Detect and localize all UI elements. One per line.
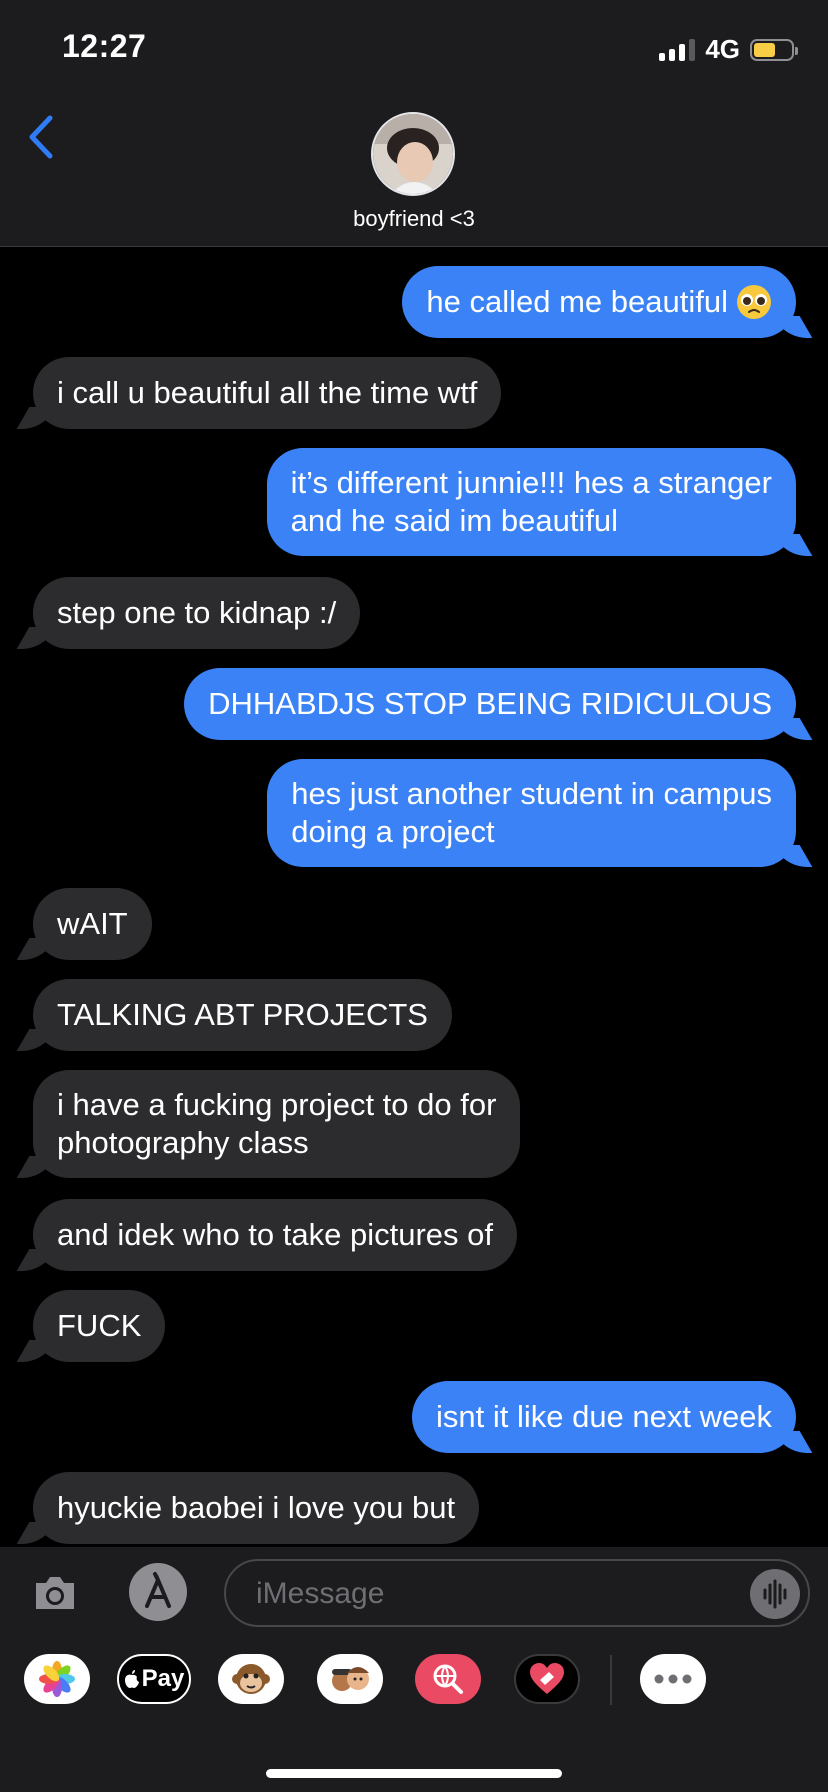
message-text: it’s different junnie!!! hes a stranger … xyxy=(290,465,772,538)
contact-name[interactable]: boyfriend <3 xyxy=(0,206,828,232)
cellular-signal-icon xyxy=(659,38,696,61)
image-search-icon[interactable] xyxy=(415,1654,481,1704)
compose-bar: iMessage xyxy=(0,1547,828,1635)
message-bubble-received[interactable]: FUCK xyxy=(33,1290,166,1362)
heart-icon xyxy=(530,1663,564,1694)
chevron-left-icon[interactable] xyxy=(24,112,58,162)
drawer-divider xyxy=(610,1655,612,1705)
photos-flower-icon xyxy=(39,1661,75,1697)
message-text: i call u beautiful all the time wtf xyxy=(57,375,478,410)
message-bubble-received[interactable]: i call u beautiful all the time wtf xyxy=(33,357,502,429)
message-input[interactable]: iMessage xyxy=(224,1559,810,1627)
message-thread[interactable]: he called me beautiful i call u beautifu… xyxy=(0,247,828,1547)
status-indicators: 4G xyxy=(659,34,798,65)
network-type: 4G xyxy=(705,34,740,64)
message-bubble-sent[interactable]: he called me beautiful xyxy=(402,266,796,338)
message-bubble-received[interactable]: i have a fucking project to do for photo… xyxy=(33,1070,521,1178)
camera-icon[interactable] xyxy=(30,1567,80,1617)
message-text: hes just another student in campus doing… xyxy=(291,776,772,849)
animoji-monkey-icon[interactable] xyxy=(218,1654,284,1704)
message-bubble-sent[interactable]: isnt it like due next week xyxy=(411,1381,796,1453)
message-bubble-sent[interactable]: it’s different junnie!!! hes a stranger … xyxy=(266,448,796,556)
conversation-header: 12:27 4G boyfriend <3 xyxy=(0,0,828,247)
globe-search-icon xyxy=(433,1664,463,1694)
message-bubble-received[interactable]: hyuckie baobei i love you but xyxy=(33,1472,480,1544)
message-bubble-received[interactable]: and idek who to take pictures of xyxy=(33,1199,517,1271)
audio-message-icon[interactable] xyxy=(750,1569,800,1619)
apple-pay-icon[interactable]: Pay xyxy=(117,1654,191,1704)
more-icon[interactable] xyxy=(640,1654,706,1704)
message-text: FUCK xyxy=(57,1308,142,1343)
message-placeholder: iMessage xyxy=(256,1577,385,1610)
message-text: isnt it like due next week xyxy=(435,1399,772,1434)
message-bubble-received[interactable]: wAIT xyxy=(33,888,152,960)
digital-touch-icon[interactable] xyxy=(514,1654,580,1704)
message-text: i have a fucking project to do for photo… xyxy=(57,1087,497,1160)
message-text: he called me beautiful xyxy=(426,284,728,319)
message-text: wAIT xyxy=(57,906,128,941)
message-bubble-received[interactable]: step one to kidnap :/ xyxy=(33,577,361,649)
memoji-faces-icon xyxy=(332,1667,369,1691)
home-indicator[interactable] xyxy=(266,1769,562,1778)
pleading-face-icon xyxy=(737,285,771,319)
message-bubble-sent[interactable]: hes just another student in campus doing… xyxy=(267,759,796,867)
monkey-face-icon xyxy=(232,1664,270,1694)
avatar-photo xyxy=(373,114,453,194)
message-text: DHHABDJS STOP BEING RIDICULOUS xyxy=(208,686,772,721)
message-bubble-received[interactable]: TALKING ABT PROJECTS xyxy=(33,979,452,1051)
apple-logo-icon xyxy=(124,1670,139,1688)
memoji-icon[interactable] xyxy=(317,1654,383,1704)
contact-avatar[interactable] xyxy=(371,112,455,196)
message-text: and idek who to take pictures of xyxy=(57,1217,493,1252)
message-text: step one to kidnap :/ xyxy=(57,595,337,630)
message-text: hyuckie baobei i love you but xyxy=(57,1490,456,1525)
app-store-icon[interactable] xyxy=(125,1562,191,1622)
message-text: TALKING ABT PROJECTS xyxy=(57,997,428,1032)
ellipsis-icon xyxy=(654,1674,692,1684)
apple-pay-label: Pay xyxy=(141,1665,185,1692)
message-bubble-sent[interactable]: DHHABDJS STOP BEING RIDICULOUS xyxy=(184,668,796,740)
photos-icon[interactable] xyxy=(24,1654,90,1704)
waveform-icon xyxy=(763,1579,787,1609)
status-time: 12:27 xyxy=(62,28,147,64)
battery-icon xyxy=(750,38,798,61)
